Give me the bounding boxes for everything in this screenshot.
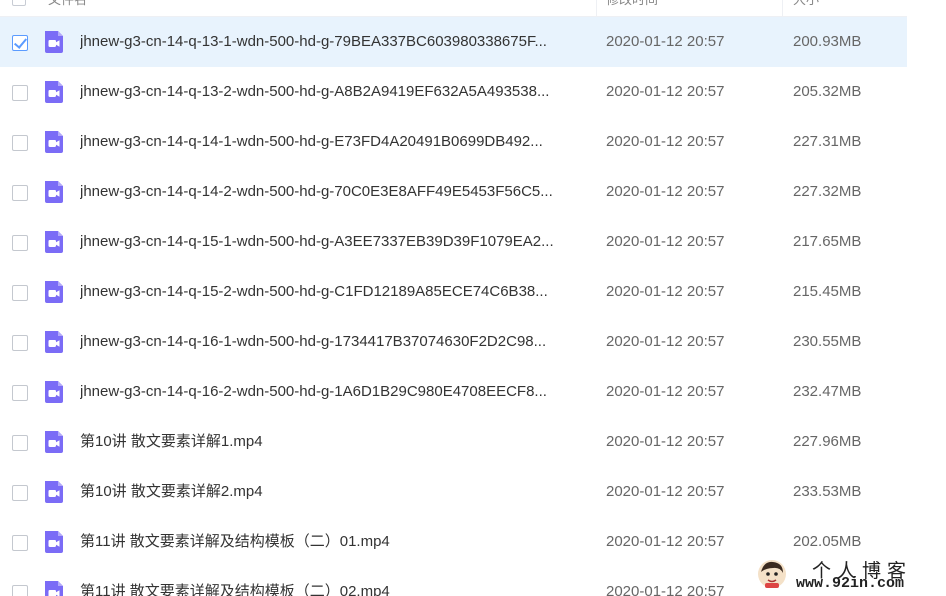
video-file-icon	[45, 181, 63, 203]
file-modified-time: 2020-01-12 20:57	[606, 433, 725, 450]
file-modified-time: 2020-01-12 20:57	[606, 583, 725, 596]
file-row[interactable]: 第10讲 散文要素详解1.mp4 2020-01-12 20:57 227.96MB	[0, 417, 907, 467]
file-size: 227.32MB	[793, 183, 862, 200]
file-size: 227.96MB	[793, 433, 862, 450]
file-name[interactable]: jhnew-g3-cn-14-q-16-1-wdn-500-hd-g-17344…	[80, 317, 590, 367]
row-checkbox[interactable]	[12, 535, 28, 551]
video-file-icon	[45, 31, 63, 53]
file-modified-time: 2020-01-12 20:57	[606, 183, 725, 200]
video-file-icon	[45, 481, 63, 503]
file-modified-time: 2020-01-12 20:57	[606, 83, 725, 100]
file-size: 200.93MB	[793, 33, 862, 50]
file-row[interactable]: jhnew-g3-cn-14-q-15-1-wdn-500-hd-g-A3EE7…	[0, 217, 907, 267]
column-divider	[782, 0, 783, 16]
column-header-time[interactable]: 修改时间	[606, 0, 658, 8]
file-name[interactable]: 第11讲 散文要素详解及结构模板（二）02.mp4	[80, 567, 590, 596]
row-checkbox[interactable]	[12, 185, 28, 201]
file-row[interactable]: jhnew-g3-cn-14-q-15-2-wdn-500-hd-g-C1FD1…	[0, 267, 907, 317]
file-modified-time: 2020-01-12 20:57	[606, 233, 725, 250]
row-checkbox[interactable]	[12, 135, 28, 151]
row-checkbox[interactable]	[12, 585, 28, 596]
row-checkbox[interactable]	[12, 35, 28, 51]
file-modified-time: 2020-01-12 20:57	[606, 33, 725, 50]
column-header-name[interactable]: 文件名	[48, 0, 87, 8]
video-file-icon	[45, 331, 63, 353]
file-list-page: 文件名 修改时间 ▲ 大小 jhnew-g3-cn-14-q-13-1-wdn-…	[0, 0, 946, 596]
row-checkbox[interactable]	[12, 385, 28, 401]
file-size: 227.31MB	[793, 133, 862, 150]
file-name[interactable]: jhnew-g3-cn-14-q-14-1-wdn-500-hd-g-E73FD…	[80, 117, 590, 167]
column-divider	[596, 0, 597, 16]
video-file-icon	[45, 231, 63, 253]
video-file-icon	[45, 131, 63, 153]
sort-arrow-icon[interactable]: ▲	[766, 0, 776, 3]
file-row[interactable]: 第10讲 散文要素详解2.mp4 2020-01-12 20:57 233.53MB	[0, 467, 907, 517]
file-name[interactable]: jhnew-g3-cn-14-q-15-1-wdn-500-hd-g-A3EE7…	[80, 217, 590, 267]
file-modified-time: 2020-01-12 20:57	[606, 483, 725, 500]
file-size: 217.65MB	[793, 233, 862, 250]
video-file-icon	[45, 431, 63, 453]
watermark-url: www.92in.com	[796, 575, 905, 592]
file-size: 205.32MB	[793, 83, 862, 100]
file-name[interactable]: jhnew-g3-cn-14-q-14-2-wdn-500-hd-g-70C0E…	[80, 167, 590, 217]
check-mark-icon	[13, 35, 28, 49]
file-row[interactable]: jhnew-g3-cn-14-q-16-1-wdn-500-hd-g-17344…	[0, 317, 907, 367]
row-checkbox[interactable]	[12, 435, 28, 451]
row-checkbox[interactable]	[12, 285, 28, 301]
row-checkbox[interactable]	[12, 335, 28, 351]
video-file-icon	[45, 81, 63, 103]
file-size: 233.53MB	[793, 483, 862, 500]
file-row[interactable]: jhnew-g3-cn-14-q-13-1-wdn-500-hd-g-79BEA…	[0, 17, 907, 67]
file-name[interactable]: jhnew-g3-cn-14-q-13-1-wdn-500-hd-g-79BEA…	[80, 17, 590, 67]
file-row[interactable]: jhnew-g3-cn-14-q-14-2-wdn-500-hd-g-70C0E…	[0, 167, 907, 217]
watermark: 个人博客 www.92in.com	[752, 556, 942, 594]
video-file-icon	[45, 581, 63, 596]
file-size: 232.47MB	[793, 383, 862, 400]
file-size: 230.55MB	[793, 333, 862, 350]
file-modified-time: 2020-01-12 20:57	[606, 283, 725, 300]
file-row[interactable]: jhnew-g3-cn-14-q-14-1-wdn-500-hd-g-E73FD…	[0, 117, 907, 167]
file-row[interactable]: jhnew-g3-cn-14-q-16-2-wdn-500-hd-g-1A6D1…	[0, 367, 907, 417]
video-file-icon	[45, 281, 63, 303]
file-name[interactable]: 第10讲 散文要素详解1.mp4	[80, 417, 590, 467]
file-modified-time: 2020-01-12 20:57	[606, 533, 725, 550]
watermark-logo-icon	[758, 560, 786, 588]
column-header-size[interactable]: 大小	[793, 0, 819, 8]
file-row[interactable]: jhnew-g3-cn-14-q-13-2-wdn-500-hd-g-A8B2A…	[0, 67, 907, 117]
file-name[interactable]: 第10讲 散文要素详解2.mp4	[80, 467, 590, 517]
video-file-icon	[45, 381, 63, 403]
file-modified-time: 2020-01-12 20:57	[606, 333, 725, 350]
row-checkbox[interactable]	[12, 485, 28, 501]
file-list: jhnew-g3-cn-14-q-13-1-wdn-500-hd-g-79BEA…	[0, 17, 907, 596]
file-name[interactable]: jhnew-g3-cn-14-q-15-2-wdn-500-hd-g-C1FD1…	[80, 267, 590, 317]
row-checkbox[interactable]	[12, 235, 28, 251]
video-file-icon	[45, 531, 63, 553]
file-modified-time: 2020-01-12 20:57	[606, 133, 725, 150]
file-name[interactable]: jhnew-g3-cn-14-q-13-2-wdn-500-hd-g-A8B2A…	[80, 67, 590, 117]
select-all-checkbox[interactable]	[12, 0, 26, 6]
file-name[interactable]: 第11讲 散文要素详解及结构模板（二）01.mp4	[80, 517, 590, 567]
file-size: 215.45MB	[793, 283, 862, 300]
row-checkbox[interactable]	[12, 85, 28, 101]
file-name[interactable]: jhnew-g3-cn-14-q-16-2-wdn-500-hd-g-1A6D1…	[80, 367, 590, 417]
file-modified-time: 2020-01-12 20:57	[606, 383, 725, 400]
file-list-header: 文件名 修改时间 ▲ 大小	[0, 0, 907, 17]
